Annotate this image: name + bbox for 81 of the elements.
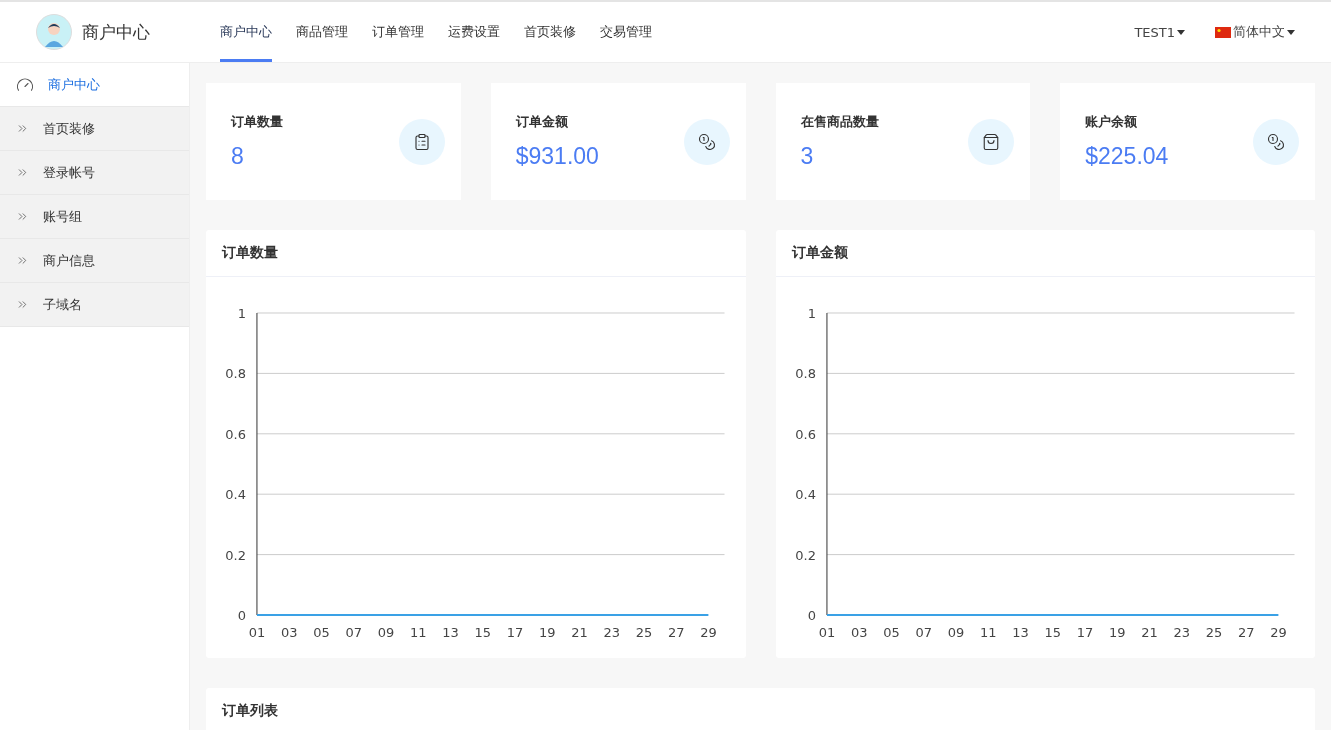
y-tick-label: 1 xyxy=(237,306,246,321)
y-tick-label: 0.4 xyxy=(225,487,246,503)
nav-tab[interactable]: 交易管理 xyxy=(600,2,652,62)
x-tick-label: 09 xyxy=(377,625,395,640)
stat-title: 在售商品数量 xyxy=(800,113,880,131)
x-tick-label: 19 xyxy=(538,625,556,640)
x-tick-label: 01 xyxy=(818,625,835,640)
sidebar-item[interactable]: 商户信息 xyxy=(0,239,189,283)
bag-icon xyxy=(982,132,1001,151)
sidebar-item[interactable]: 账号组 xyxy=(0,195,189,239)
stat-title: 订单金额 xyxy=(515,113,569,131)
y-tick-label: 1 xyxy=(807,306,816,321)
y-tick-label: 0.4 xyxy=(794,487,816,503)
stat-value: $225.04 xyxy=(1085,143,1170,170)
x-tick-label: 27 xyxy=(667,625,685,640)
x-tick-label: 15 xyxy=(474,625,491,640)
avatar-icon xyxy=(36,14,72,50)
nav-tab[interactable]: 首页装修 xyxy=(524,2,576,62)
sidebar-item[interactable]: 子域名 xyxy=(0,283,189,327)
coins-icon xyxy=(1267,132,1285,151)
x-tick-label: 27 xyxy=(1237,625,1254,640)
x-tick-label: 11 xyxy=(409,625,427,640)
panel-title: 订单金额 xyxy=(791,244,848,262)
sidebar-item[interactable]: 首页装修 xyxy=(0,107,189,151)
x-tick-label: 05 xyxy=(313,625,330,640)
x-tick-label: 25 xyxy=(635,625,653,640)
chevrons-icon xyxy=(16,166,29,179)
user-menu[interactable]: TEST1 xyxy=(1134,24,1185,40)
stat-value: 3 xyxy=(800,143,815,170)
y-tick-label: 0 xyxy=(807,608,816,623)
x-tick-label: 13 xyxy=(1011,625,1029,640)
chevrons-icon xyxy=(16,298,29,311)
y-tick-label: 0.2 xyxy=(225,547,246,563)
y-tick-label: 0.8 xyxy=(794,366,816,382)
x-tick-label: 17 xyxy=(1076,625,1093,640)
brand-title: 商户中心 xyxy=(82,20,150,44)
x-tick-label: 15 xyxy=(1043,625,1061,640)
x-tick-label: 03 xyxy=(850,625,867,640)
x-tick-label: 03 xyxy=(280,625,298,640)
nav-tab[interactable]: 商品管理 xyxy=(296,2,348,62)
stat-title: 订单数量 xyxy=(231,113,284,131)
x-tick-label: 29 xyxy=(700,625,717,640)
x-tick-label: 01 xyxy=(248,625,266,640)
caret-icon xyxy=(1177,29,1185,35)
y-tick-label: 0.6 xyxy=(794,426,816,442)
caret-icon xyxy=(1287,29,1295,35)
x-tick-label: 23 xyxy=(603,625,620,640)
y-tick-label: 0.6 xyxy=(225,426,246,442)
nav-tab[interactable]: 商户中心 xyxy=(220,2,272,62)
panel-title: 订单数量 xyxy=(222,244,278,262)
language-menu[interactable]: 简体中文 xyxy=(1215,23,1295,41)
panel-title: 订单列表 xyxy=(222,702,278,720)
flag-icon xyxy=(1215,26,1231,38)
y-tick-label: 0.8 xyxy=(225,366,246,382)
x-tick-label: 11 xyxy=(979,625,996,640)
x-tick-label: 23 xyxy=(1172,625,1190,640)
stat-value: 8 xyxy=(231,143,245,170)
chevrons-icon xyxy=(16,210,29,223)
gauge-icon xyxy=(16,75,34,94)
x-tick-label: 07 xyxy=(345,625,362,640)
sidebar-item[interactable]: 登录帐号 xyxy=(0,151,189,195)
y-tick-label: 0 xyxy=(237,608,246,623)
x-tick-label: 19 xyxy=(1108,625,1125,640)
clipboard-icon xyxy=(412,132,431,151)
stat-value: $931.00 xyxy=(515,143,600,170)
x-tick-label: 07 xyxy=(914,625,932,640)
nav-tab[interactable]: 订单管理 xyxy=(372,2,424,62)
x-tick-label: 29 xyxy=(1269,625,1287,640)
x-tick-label: 25 xyxy=(1205,625,1222,640)
x-tick-label: 17 xyxy=(506,625,524,640)
x-tick-label: 09 xyxy=(947,625,964,640)
y-tick-label: 0.2 xyxy=(794,547,816,563)
chevrons-icon xyxy=(16,254,29,267)
chevrons-icon xyxy=(16,122,29,135)
x-tick-label: 21 xyxy=(571,625,588,640)
nav-tab[interactable]: 运费设置 xyxy=(448,2,500,62)
x-tick-label: 05 xyxy=(882,625,900,640)
coins-icon xyxy=(697,132,716,151)
x-tick-label: 13 xyxy=(442,625,459,640)
x-tick-label: 21 xyxy=(1140,625,1158,640)
stat-title: 账户余额 xyxy=(1085,113,1139,131)
